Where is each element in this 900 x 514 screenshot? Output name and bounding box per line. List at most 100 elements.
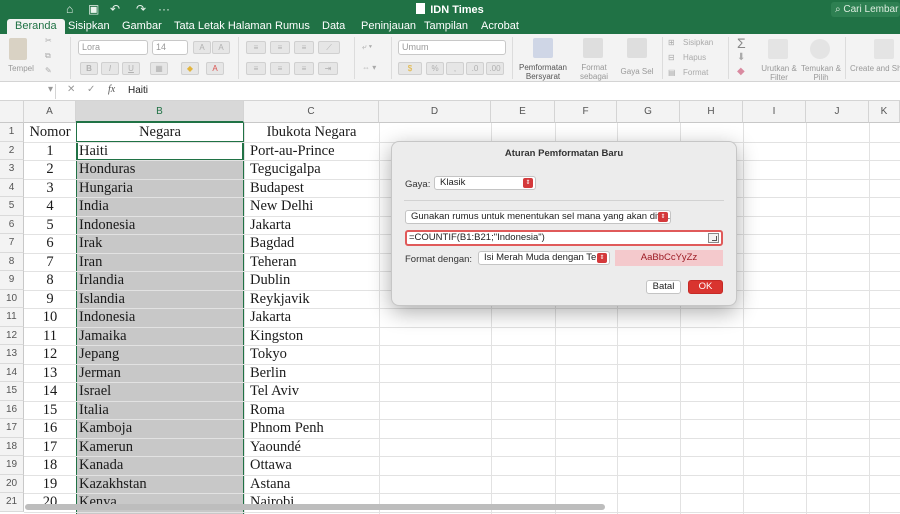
column-header-j[interactable]: J [806, 101, 869, 123]
column-header-f[interactable]: F [555, 101, 617, 123]
column-header-b[interactable]: B [76, 101, 244, 123]
row-header-2[interactable]: 2 [0, 141, 24, 160]
cell-a16[interactable]: 15 [24, 401, 76, 420]
cell-b16[interactable]: Italia [79, 401, 109, 420]
row-header-15[interactable]: 15 [0, 382, 24, 401]
row-header-11[interactable]: 11 [0, 308, 24, 327]
tab-data[interactable]: Data [322, 19, 345, 34]
italic-button[interactable]: I [101, 62, 119, 75]
font-size-select[interactable]: 14 [152, 40, 188, 55]
cell-a2[interactable]: 1 [24, 142, 76, 161]
column-header-a[interactable]: A [24, 101, 76, 123]
column-header-d[interactable]: D [379, 101, 491, 123]
format-cells-icon[interactable]: ▤ [668, 68, 676, 77]
cell-a18[interactable]: 17 [24, 438, 76, 457]
align-center-icon[interactable]: ≡ [270, 62, 290, 75]
align-bottom-icon[interactable]: ≡ [294, 41, 314, 54]
borders-icon[interactable]: ▦ [150, 62, 168, 75]
align-left-icon[interactable]: ≡ [246, 62, 266, 75]
cell-a15[interactable]: 14 [24, 382, 76, 401]
cell-b1[interactable]: Negara [76, 123, 244, 142]
rule-type-select[interactable]: Gunakan rumus untuk menentukan sel mana … [405, 210, 671, 224]
confirm-entry-icon[interactable]: ✓ [87, 84, 95, 95]
cell-b7[interactable]: Irak [79, 234, 102, 253]
font-name-select[interactable]: Lora [78, 40, 148, 55]
formula-input[interactable]: =COUNTIF(B1:B21;"Indonesia") [405, 230, 723, 246]
tab-sisipkan[interactable]: Sisipkan [68, 19, 110, 34]
row-header-21[interactable]: 21 [0, 493, 24, 512]
sort-filter-icon[interactable] [768, 39, 788, 59]
cell-b5[interactable]: India [79, 197, 109, 216]
formula-content[interactable]: Haiti [128, 85, 148, 96]
cell-b8[interactable]: Iran [79, 253, 102, 272]
autosum-icon[interactable]: Σ [737, 35, 746, 51]
row-header-18[interactable]: 18 [0, 437, 24, 456]
wrap-text-icon[interactable]: ⤶ ▾ [362, 42, 372, 52]
font-color-icon[interactable]: A [206, 62, 224, 75]
cell-c18[interactable]: Yaoundé [250, 438, 301, 457]
horizontal-scrollbar[interactable] [25, 504, 605, 510]
underline-button[interactable]: U [122, 62, 140, 75]
increase-font-icon[interactable]: A [193, 41, 211, 54]
indent-icon[interactable]: ⇥ [318, 62, 338, 75]
tab-beranda[interactable]: Beranda [7, 19, 65, 34]
cell-b19[interactable]: Kanada [79, 456, 123, 475]
cell-c5[interactable]: New Delhi [250, 197, 313, 216]
cell-c8[interactable]: Teheran [250, 253, 296, 272]
style-select[interactable]: Klasik ⇕ [434, 176, 536, 190]
cell-a4[interactable]: 3 [24, 179, 76, 198]
find-select-icon[interactable] [810, 39, 830, 59]
range-selector-icon[interactable] [708, 233, 719, 243]
row-header-3[interactable]: 3 [0, 160, 24, 179]
cell-c4[interactable]: Budapest [250, 179, 304, 198]
cell-c10[interactable]: Reykjavik [250, 290, 310, 309]
cell-c7[interactable]: Bagdad [250, 234, 294, 253]
cell-b4[interactable]: Hungaria [79, 179, 133, 198]
cell-b10[interactable]: Islandia [79, 290, 125, 309]
cell-c14[interactable]: Berlin [250, 364, 286, 383]
search-sheet-field[interactable]: ⌕ Cari Lembar [831, 2, 900, 17]
cell-a6[interactable]: 5 [24, 216, 76, 235]
sort-filter-label[interactable]: Urutkan & Filter [757, 64, 801, 82]
cell-a19[interactable]: 18 [24, 456, 76, 475]
tab-acrobat[interactable]: Acrobat [481, 19, 519, 34]
cancel-button[interactable]: Batal [646, 280, 681, 294]
format-with-select[interactable]: Isi Merah Muda dengan Te... ⇕ [478, 251, 610, 265]
cell-c2[interactable]: Port-au-Prince [250, 142, 335, 161]
ok-button[interactable]: OK [688, 280, 723, 294]
row-header-4[interactable]: 4 [0, 178, 24, 197]
row-header-8[interactable]: 8 [0, 252, 24, 271]
cell-b20[interactable]: Kazakhstan [79, 475, 147, 494]
percent-icon[interactable]: % [426, 62, 444, 75]
row-header-13[interactable]: 13 [0, 345, 24, 364]
cell-b18[interactable]: Kamerun [79, 438, 133, 457]
create-pdf-label[interactable]: Create and Sh Adobe PDF [850, 64, 900, 73]
row-header-20[interactable]: 20 [0, 474, 24, 493]
cut-icon[interactable]: ✂ [45, 36, 52, 45]
cell-a17[interactable]: 16 [24, 419, 76, 438]
row-header-10[interactable]: 10 [0, 289, 24, 308]
comma-style-icon[interactable]: , [446, 62, 464, 75]
find-select-label[interactable]: Temukan & Pilih [798, 64, 844, 82]
cell-b12[interactable]: Jamaika [79, 327, 127, 346]
decrease-decimal-icon[interactable]: .00 [486, 62, 504, 75]
adobe-pdf-icon[interactable] [874, 39, 894, 59]
row-header-14[interactable]: 14 [0, 363, 24, 382]
insert-cells-label[interactable]: Sisipkan [683, 38, 713, 47]
row-header-19[interactable]: 19 [0, 456, 24, 475]
copy-icon[interactable]: ⧉ [45, 51, 51, 61]
cell-b17[interactable]: Kamboja [79, 419, 132, 438]
conditional-formatting-label[interactable]: Pemformatan Bersyarat [514, 63, 572, 81]
row-header-16[interactable]: 16 [0, 400, 24, 419]
insert-cells-icon[interactable]: ⊞ [668, 38, 675, 47]
fill-color-icon[interactable]: ◆ [181, 62, 199, 75]
cell-a9[interactable]: 8 [24, 271, 76, 290]
row-header-7[interactable]: 7 [0, 234, 24, 253]
format-cells-label[interactable]: Format [683, 68, 708, 77]
column-header-h[interactable]: H [680, 101, 743, 123]
row-header-5[interactable]: 5 [0, 197, 24, 216]
column-header-i[interactable]: I [743, 101, 806, 123]
cell-a10[interactable]: 9 [24, 290, 76, 309]
currency-icon[interactable]: $ [398, 62, 422, 75]
tab-peninjauan[interactable]: Peninjauan [361, 19, 416, 34]
